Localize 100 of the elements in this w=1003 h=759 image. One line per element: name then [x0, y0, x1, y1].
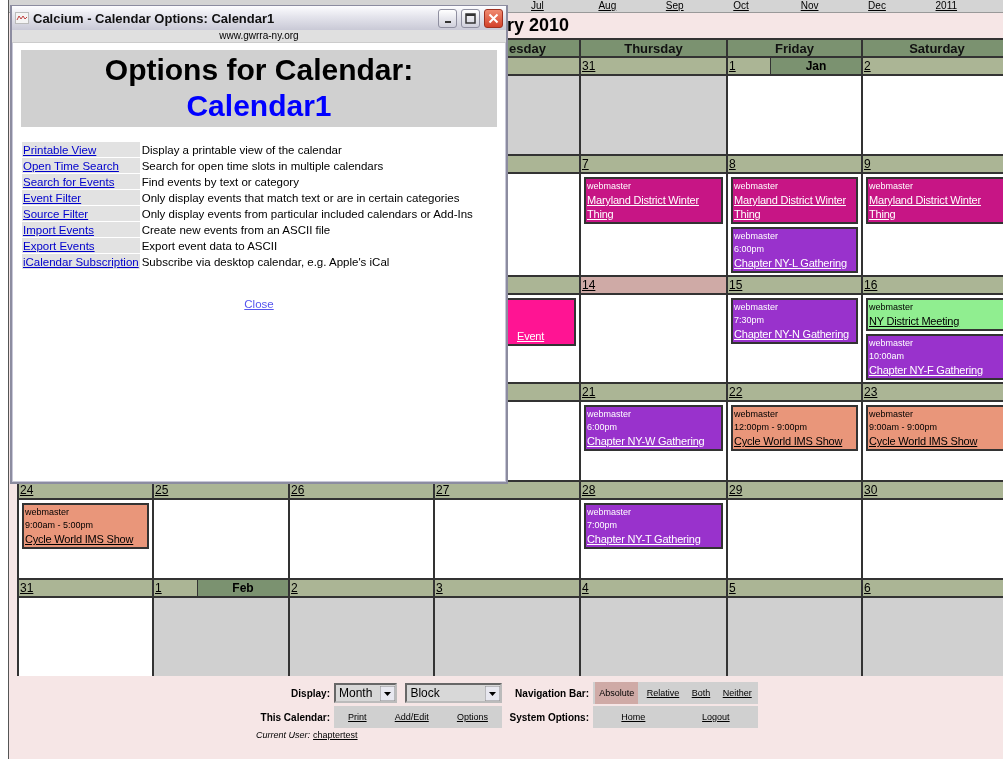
- month-link[interactable]: Jul: [531, 0, 599, 12]
- date-link[interactable]: 26: [290, 482, 305, 498]
- dropdown-arrow-icon: [485, 685, 500, 701]
- system-option-link[interactable]: Logout: [698, 710, 734, 724]
- event-author: webmaster: [869, 301, 914, 314]
- navigation-option[interactable]: Neither: [718, 686, 756, 700]
- event-author: webmaster: [587, 506, 632, 519]
- month-link[interactable]: 2011: [935, 0, 1003, 12]
- event-time: 9:00am - 5:00pm: [25, 519, 95, 532]
- date-link[interactable]: 15: [728, 277, 743, 293]
- month-label: Jan: [770, 58, 861, 74]
- event-time: 9:00am - 9:00pm: [869, 421, 939, 434]
- day-header: Thursday: [581, 40, 728, 56]
- month-link[interactable]: Oct: [733, 0, 801, 12]
- event-author: webmaster: [734, 230, 779, 243]
- event-link[interactable]: Cycle World IMS Show: [25, 532, 146, 546]
- date-link[interactable]: 16: [863, 277, 878, 293]
- date-link[interactable]: 24: [19, 482, 34, 498]
- option-description: Create new events from an ASCII file: [141, 223, 331, 236]
- date-link[interactable]: 28: [581, 482, 596, 498]
- event-link[interactable]: NY District Meeting: [869, 314, 1003, 328]
- event-time: 6:00pm: [734, 243, 766, 256]
- month-link[interactable]: Dec: [868, 0, 936, 12]
- event-link[interactable]: Cycle World IMS Show: [734, 434, 855, 448]
- date-link[interactable]: 3: [435, 580, 443, 596]
- event-link[interactable]: Cycle World IMS Show: [869, 434, 1003, 448]
- event-link[interactable]: Chapter NY-T Gathering: [587, 532, 720, 546]
- month-label: Feb: [197, 580, 288, 596]
- system-option-link[interactable]: Home: [617, 710, 650, 724]
- option-description: Search for open time slots in multiple calendars: [141, 159, 384, 172]
- maximize-button[interactable]: [461, 8, 480, 28]
- field-label: System Options:: [508, 711, 589, 723]
- event-link[interactable]: Maryland District Winter Thing: [587, 193, 720, 221]
- options-heading: Options for Calendar:: [103, 52, 415, 88]
- calendar-option-link[interactable]: Add/Edit: [390, 710, 433, 724]
- option-description: Find events by text or category: [141, 175, 299, 188]
- event-author: webmaster: [869, 180, 914, 193]
- date-link[interactable]: 2: [290, 580, 298, 596]
- date-link[interactable]: 5: [728, 580, 736, 596]
- date-link[interactable]: 6: [863, 580, 871, 596]
- calendar-title: ry 2010: [507, 15, 570, 36]
- field-label: Navigation Bar:: [514, 687, 589, 699]
- date-link[interactable]: 1: [728, 58, 736, 74]
- event-author: webmaster: [734, 180, 779, 193]
- event-time: 7:30pm: [734, 314, 766, 327]
- option-link[interactable]: iCalendar Subscription: [23, 255, 139, 268]
- date-link[interactable]: 23: [863, 384, 878, 400]
- date-link[interactable]: 25: [154, 482, 169, 498]
- date-link[interactable]: 29: [728, 482, 743, 498]
- close-link[interactable]: Close: [244, 298, 274, 310]
- event-time: 12:00pm - 9:00pm: [734, 421, 809, 434]
- navigation-option[interactable]: Absolute: [595, 682, 639, 704]
- event-link[interactable]: Maryland District Winter Thing: [869, 193, 1003, 221]
- window-title: Calcium - Calendar Options: Calendar1: [33, 10, 276, 26]
- date-link[interactable]: 4: [581, 580, 589, 596]
- calendar-name: Calendar1: [185, 88, 333, 124]
- close-button[interactable]: [484, 8, 503, 28]
- event-time: 10:00am: [869, 350, 906, 363]
- date-link[interactable]: 1: [154, 580, 162, 596]
- style-select[interactable]: Block: [405, 683, 502, 703]
- date-link[interactable]: 31: [581, 58, 596, 74]
- view-select[interactable]: Month: [334, 683, 398, 703]
- navigation-option[interactable]: Relative: [642, 686, 684, 700]
- option-description: Only display events from particular included calendars or Add-Ins: [141, 207, 473, 220]
- app-icon: [15, 12, 29, 24]
- site-address: www.gwrra-ny.org: [219, 30, 299, 41]
- navigation-option[interactable]: Both: [687, 686, 715, 700]
- date-link[interactable]: 7: [581, 156, 589, 172]
- day-header: Friday: [728, 40, 863, 56]
- month-link[interactable]: Aug: [598, 0, 666, 12]
- month-link[interactable]: Nov: [800, 0, 869, 12]
- option-description: Export event data to ASCII: [141, 239, 278, 252]
- date-link[interactable]: 2: [863, 58, 871, 74]
- event-author: webmaster: [25, 506, 70, 519]
- calendar-option-link[interactable]: Print: [344, 710, 371, 724]
- event-link[interactable]: Chapter NY-W Gathering: [587, 434, 720, 448]
- option-description: Only display events that match text or are in certain categories: [141, 191, 460, 204]
- calendar-option-link[interactable]: Options: [452, 710, 492, 724]
- event-author: webmaster: [869, 337, 914, 350]
- date-link[interactable]: 21: [581, 384, 596, 400]
- event-link[interactable]: Chapter NY-L Gathering: [734, 256, 855, 270]
- close-icon: [488, 12, 499, 24]
- date-link[interactable]: 27: [435, 482, 450, 498]
- event-link[interactable]: Chapter NY-F Gathering: [869, 363, 1003, 377]
- date-link[interactable]: 31: [19, 580, 34, 596]
- event-link[interactable]: Maryland District Winter Thing: [734, 193, 855, 221]
- option-description: Subscribe via desktop calendar, e.g. Apple's iCal: [141, 255, 390, 268]
- current-user-link[interactable]: chaptertest: [313, 730, 358, 740]
- minimize-button[interactable]: [438, 8, 457, 28]
- event-time: 7:00pm: [587, 519, 619, 532]
- date-link[interactable]: 22: [728, 384, 743, 400]
- event-link[interactable]: Chapter NY-N Gathering: [734, 327, 855, 341]
- date-link[interactable]: 8: [728, 156, 736, 172]
- date-link[interactable]: 30: [863, 482, 878, 498]
- field-label: This Calendar:: [259, 711, 330, 723]
- date-link[interactable]: 14: [581, 277, 596, 293]
- field-label: Display:: [290, 687, 330, 699]
- date-link[interactable]: 9: [863, 156, 871, 172]
- maximize-icon: [465, 12, 476, 24]
- month-link[interactable]: Sep: [665, 0, 734, 12]
